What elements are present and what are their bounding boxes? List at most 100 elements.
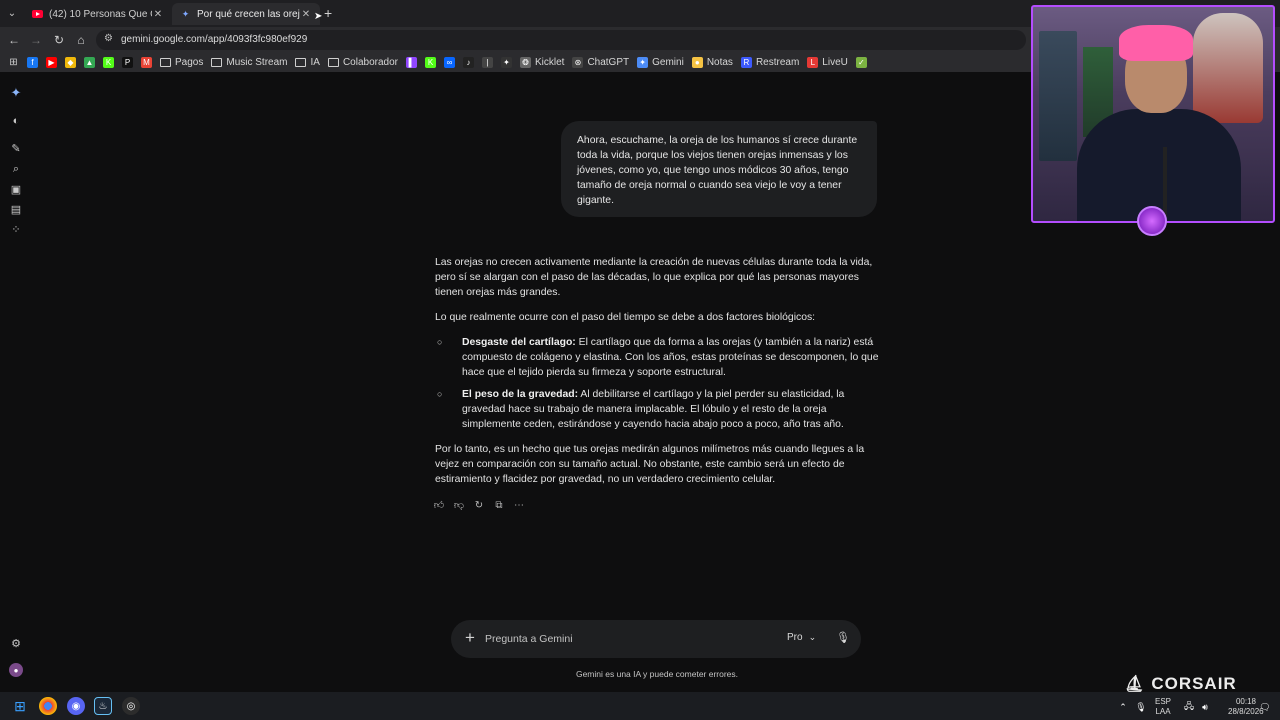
mouse-cursor-icon: ➤ [314, 11, 323, 22]
menu-icon[interactable]: ◐ [9, 114, 23, 128]
bookmark-gmail[interactable]: M [141, 57, 152, 68]
bookmark-label: Music Stream [226, 57, 288, 68]
reload-icon[interactable]: ↻ [51, 32, 67, 48]
response-actions: 👍︎ 👎︎ ↻ ⧉ ⋯ [433, 498, 525, 512]
bookmark-binance[interactable]: ◆ [65, 57, 76, 68]
bullet-circle-icon: ○ [437, 337, 443, 347]
new-tab-button[interactable]: + [324, 5, 332, 21]
copy-icon[interactable]: ⧉ [493, 498, 505, 512]
windows-start-icon[interactable]: ⊞ [11, 697, 29, 715]
thumbs-down-icon[interactable]: 👎︎ [453, 498, 465, 512]
prompt-input[interactable] [485, 630, 775, 648]
youtube-icon: ▶ [46, 57, 57, 68]
liveu-icon: L [807, 57, 819, 68]
volume-icon[interactable]: 🔊︎ [1196, 698, 1214, 716]
close-tab-icon[interactable]: ✕ [300, 9, 312, 20]
chevron-down-icon: ⌄ [808, 632, 817, 642]
bookmark-label: ChatGPT [587, 57, 630, 68]
url-text[interactable]: gemini.google.com/app/4093f3fc980ef929 [121, 34, 307, 45]
folder-icon [295, 58, 307, 67]
notifications-icon[interactable]: 🗨︎ [1256, 698, 1274, 716]
webcam-person-hair [1119, 25, 1193, 61]
kick-icon: K [424, 57, 436, 68]
close-tab-icon[interactable]: ✕ [152, 9, 164, 20]
microphone-icon[interactable]: 🎙︎ [836, 631, 850, 644]
bookmark-chatgpt[interactable]: ⊛ ChatGPT [572, 57, 629, 68]
bookmark-gemini[interactable]: ✦ Gemini [637, 57, 684, 68]
bookmark-streamer[interactable]: | [481, 57, 493, 68]
bookmark-kicklet[interactable]: ❂ Kicklet [519, 57, 565, 68]
more-options-icon[interactable]: ⋯ [513, 498, 525, 512]
new-chat-icon[interactable]: ✎ [9, 141, 23, 155]
chrome-icon[interactable] [39, 697, 57, 715]
gemini-icon: ✦ [637, 57, 649, 68]
bookmark-kick[interactable]: K [103, 57, 114, 68]
back-arrow-icon[interactable]: ← [6, 32, 22, 48]
bookmark-notas[interactable]: ● Notas [691, 57, 733, 68]
bookmark-label: IA [310, 57, 320, 68]
extension-icon: ✓ [855, 57, 867, 68]
response-list: ○ Desgaste del cartílago: El cartílago q… [435, 335, 880, 432]
gemini-logo-icon[interactable]: ✦ [9, 85, 23, 100]
gallery-icon[interactable]: ▣ [9, 182, 23, 196]
bookmark-twitch[interactable]: ▌ [405, 57, 417, 68]
twitch-icon: ▌ [405, 57, 417, 68]
bookmark-facebook[interactable]: f [27, 57, 38, 68]
language-indicator[interactable]: ESP LAA [1155, 697, 1171, 717]
tray-chevron-icon[interactable]: ⌃ [1114, 698, 1132, 716]
bookmark-colaborador[interactable]: Colaborador [327, 57, 398, 68]
address-bar[interactable]: ⚙ gemini.google.com/app/4093f3fc980ef929 [96, 30, 1026, 50]
kicklet-icon: ❂ [519, 57, 531, 68]
apps-grid-icon[interactable]: ⊞ [8, 57, 19, 68]
microphone-tray-icon[interactable]: 🎙︎ [1132, 698, 1150, 716]
steam-icon[interactable]: ♨ [94, 697, 112, 715]
folder-icon [160, 58, 171, 67]
bookmark-music-stream[interactable]: Music Stream [211, 57, 287, 68]
add-attachment-icon[interactable]: + [465, 629, 475, 647]
clock[interactable]: 00:18 28/8/2026 [1228, 697, 1264, 717]
youtube-icon [32, 9, 43, 20]
model-selector[interactable]: Pro ⌄ [787, 632, 816, 643]
tab-search-chevron-icon[interactable]: ⌄ [4, 5, 20, 21]
avatar[interactable]: ● [9, 663, 23, 677]
tab-youtube[interactable]: (42) 10 Personas Que Gar ✕ [24, 3, 172, 25]
gems-icon[interactable]: ⁘ [9, 222, 23, 236]
gemini-icon: ✦ [181, 8, 190, 19]
home-icon[interactable]: ⌂ [73, 32, 89, 48]
webcam-shelf [1039, 31, 1077, 161]
library-icon[interactable]: ▤ [9, 202, 23, 216]
bookmark-extension[interactable]: ✓ [855, 57, 867, 68]
tab-gemini[interactable]: ✦ Por qué crecen las orejas ✕ [172, 3, 320, 25]
language-code: ESP [1155, 697, 1172, 706]
bookmark-restream[interactable]: R Restream [740, 57, 799, 68]
site-settings-icon[interactable]: ⚙ [104, 33, 113, 44]
bookmark-drive[interactable]: ▲ [84, 57, 95, 68]
tab-title: Por qué crecen las orejas [197, 8, 300, 20]
bookmark-label: Notas [706, 57, 733, 68]
response-paragraph: Lo que realmente ocurre con el paso del … [435, 312, 816, 323]
webcam-overlay [1031, 5, 1275, 223]
bookmark-meta[interactable]: ∞ [443, 57, 455, 68]
bookmark-liveu[interactable]: L LiveU [807, 57, 848, 68]
bookmark-tiktok[interactable]: ♪ [462, 57, 474, 68]
gmail-icon: M [141, 57, 152, 68]
bookmark-ia[interactable]: IA [295, 57, 320, 68]
obs-icon[interactable]: ◎ [122, 697, 140, 715]
bookmark-youtube[interactable]: ▶ [46, 57, 57, 68]
bookmark-label: Kicklet [534, 57, 565, 68]
folder-icon [327, 58, 339, 67]
folder-icon [211, 58, 223, 67]
settings-gear-icon[interactable]: ⚙ [9, 636, 23, 650]
search-icon[interactable]: ⌕ [9, 162, 23, 176]
bookmark-p[interactable]: P [122, 57, 133, 68]
regenerate-icon[interactable]: ↻ [473, 498, 485, 512]
discord-icon[interactable]: ◉ [67, 697, 85, 715]
forward-arrow-icon[interactable]: → [28, 32, 44, 48]
thumbs-up-icon[interactable]: 👍︎ [433, 498, 445, 512]
p-icon: P [122, 57, 133, 68]
bookmark-gear-bookmark[interactable]: ✦ [500, 57, 512, 68]
bookmark-kick[interactable]: K [424, 57, 436, 68]
prompt-box: + Pro ⌄ 🎙︎ [451, 620, 861, 658]
date: 28/8/2026 [1228, 707, 1264, 716]
bookmark-pagos[interactable]: Pagos [160, 57, 203, 68]
